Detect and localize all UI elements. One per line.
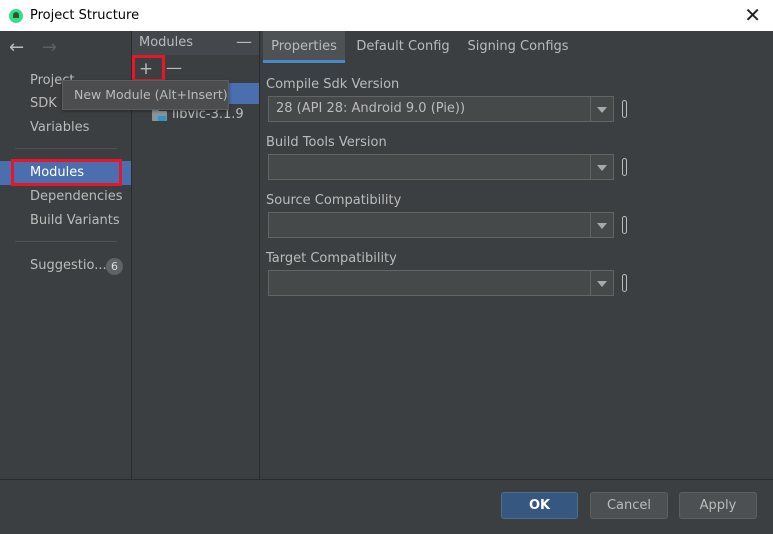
modules-title: Modules <box>139 35 194 50</box>
back-arrow-icon[interactable]: ← <box>9 37 24 58</box>
nav-item-suggestions-label: Suggestio... <box>30 258 107 273</box>
ok-button[interactable]: OK <box>501 492 578 519</box>
suggestions-count-badge: 6 <box>106 258 123 275</box>
nav-item-variables[interactable]: Variables <box>0 116 131 140</box>
forward-arrow-icon[interactable]: → <box>42 37 57 58</box>
compile-sdk-label: Compile Sdk Version <box>266 77 400 92</box>
nav-item-suggestions[interactable]: Suggestio... 6 <box>0 254 131 278</box>
tab-default-config[interactable]: Default Config <box>352 31 454 63</box>
chevron-down-icon[interactable] <box>590 97 613 121</box>
apply-button[interactable]: Apply <box>679 492 757 519</box>
chevron-down-icon[interactable] <box>590 213 613 237</box>
cancel-button[interactable]: Cancel <box>590 492 668 519</box>
properties-content: Compile Sdk Version 28 (API 28: Android … <box>260 63 773 479</box>
compile-sdk-edit-handle[interactable] <box>622 100 627 118</box>
add-module-highlight-box <box>132 55 165 82</box>
target-compat-label: Target Compatibility <box>266 251 397 266</box>
source-compat-edit-handle[interactable] <box>622 216 627 234</box>
target-compat-edit-handle[interactable] <box>622 274 627 292</box>
tab-properties[interactable]: Properties <box>263 31 345 63</box>
nav-divider <box>15 241 117 242</box>
nav-item-dependencies[interactable]: Dependencies <box>0 185 131 209</box>
window-title: Project Structure <box>30 8 140 23</box>
target-compat-combo[interactable] <box>268 270 614 296</box>
collapse-icon[interactable]: — <box>236 32 252 51</box>
title-bar: Project Structure ✕ <box>0 0 773 31</box>
minus-icon[interactable]: — <box>166 60 182 78</box>
add-module-tooltip: New Module (Alt+Insert) <box>62 80 229 110</box>
build-tools-combo[interactable] <box>268 154 614 180</box>
close-icon[interactable]: ✕ <box>744 4 761 26</box>
compile-sdk-value: 28 (API 28: Android 9.0 (Pie)) <box>276 101 466 116</box>
module-folder-icon <box>152 109 167 121</box>
build-tools-label: Build Tools Version <box>266 135 387 150</box>
chevron-down-icon[interactable] <box>590 271 613 295</box>
compile-sdk-combo[interactable]: 28 (API 28: Android 9.0 (Pie)) <box>268 96 614 122</box>
source-compat-label: Source Compatibility <box>266 193 402 208</box>
nav-arrows: ← → <box>9 37 69 58</box>
tab-bar: Properties Default Config Signing Config… <box>260 31 773 63</box>
tab-signing-configs[interactable]: Signing Configs <box>463 31 573 63</box>
chevron-down-icon[interactable] <box>590 155 613 179</box>
source-compat-combo[interactable] <box>268 212 614 238</box>
nav-item-build-variants[interactable]: Build Variants <box>0 209 131 233</box>
nav-divider <box>15 148 117 149</box>
modules-highlight-box <box>11 159 122 186</box>
build-tools-edit-handle[interactable] <box>622 158 627 176</box>
android-studio-icon <box>9 8 23 23</box>
